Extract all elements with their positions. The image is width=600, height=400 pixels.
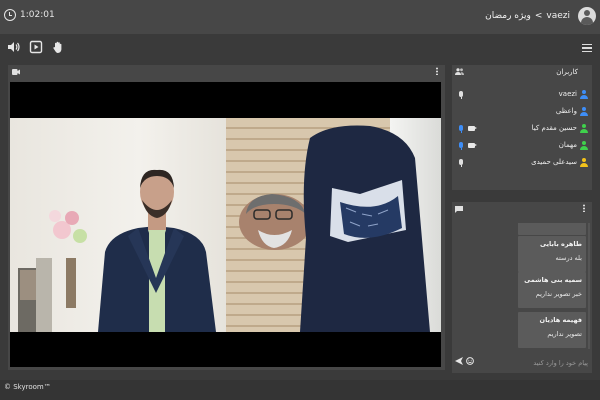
breadcrumb-separator: <: [534, 11, 543, 21]
chat-input[interactable]: [476, 356, 588, 369]
mic-status-icon: [459, 125, 463, 133]
session-timer: 1:02:01: [4, 9, 55, 21]
menu-icon[interactable]: [582, 44, 592, 52]
chat-icon: [455, 206, 463, 213]
camera-status-icon: [468, 143, 477, 148]
camera-status-icon: [468, 126, 477, 131]
brand-label: © Skyroom™: [4, 383, 51, 391]
chat-message: سمیه بنی هاشمی خبر تصویر نداریم: [518, 272, 586, 308]
camera-icon: [12, 69, 20, 75]
breadcrumb-room[interactable]: ویژه رمضان: [485, 11, 531, 21]
clock-icon: [4, 9, 16, 21]
toolbar: [0, 34, 600, 62]
chat-message-list: طاهره بابایی بله درسته سمیه بنی هاشمی خبر ت…: [518, 223, 586, 349]
video-panel-header: [8, 65, 445, 79]
top-bar: 1:02:01 ویژه رمضان < vaezi: [0, 0, 600, 34]
users-panel: کاربران vaezi واعظی حسین مقدم کیا مهمان سیدع…: [452, 65, 592, 190]
speaker-icon[interactable]: [6, 40, 20, 54]
user-icon: [580, 107, 588, 116]
users-panel-title: کاربران: [556, 68, 578, 76]
chat-scrollbar[interactable]: [588, 223, 590, 349]
user-icon: [580, 158, 588, 167]
avatar[interactable]: [578, 7, 596, 25]
user-name: حسین مقدم کیا: [531, 124, 577, 132]
video-options-icon[interactable]: [436, 67, 438, 75]
user-name: vaezi: [558, 90, 577, 98]
chat-message-text: بله درسته: [555, 254, 582, 262]
user-name: واعظی: [555, 107, 577, 115]
timer-value: 1:02:01: [20, 10, 55, 20]
raise-hand-icon[interactable]: [51, 40, 65, 54]
user-list-item[interactable]: سیدعلی حمیدی: [452, 155, 592, 172]
users-panel-header: کاربران: [452, 65, 592, 79]
chat-message-sender: سمیه بنی هاشمی: [524, 276, 582, 284]
chat-message-sender: طاهره بابایی: [540, 240, 582, 248]
chat-options-icon[interactable]: [583, 204, 585, 212]
breadcrumb: ویژه رمضان < vaezi: [485, 11, 570, 21]
mic-status-icon: [459, 159, 463, 167]
user-list-item[interactable]: vaezi: [452, 87, 592, 104]
video-stream[interactable]: [10, 82, 441, 367]
user-icon: [580, 124, 588, 133]
user-list-item[interactable]: مهمان: [452, 138, 592, 155]
chat-panel-header: [452, 202, 592, 216]
chat-message: فهیمه هادیان تصویر نداریم: [518, 312, 586, 348]
chat-message: طاهره بابایی بله درسته: [518, 236, 586, 272]
send-icon[interactable]: [455, 357, 463, 365]
emoji-icon[interactable]: [466, 357, 474, 365]
chat-message-text: تصویر نداریم: [547, 330, 582, 338]
mic-status-icon: [459, 142, 463, 150]
chat-message-sender: فهیمه هادیان: [539, 316, 582, 324]
chat-message-text: خبر تصویر نداریم: [535, 290, 582, 298]
user-name: سیدعلی حمیدی: [531, 158, 577, 166]
users-icon: [455, 68, 464, 75]
footer: © Skyroom™: [0, 380, 600, 400]
chat-panel: طاهره بابایی بله درسته سمیه بنی هاشمی خبر ت…: [452, 202, 592, 373]
user-name: مهمان: [558, 141, 577, 149]
user-icon: [580, 90, 588, 99]
chat-input-row: [452, 353, 592, 371]
chat-message: [518, 223, 586, 235]
mic-status-icon: [459, 91, 463, 99]
video-frame: [10, 118, 441, 332]
user-list-item[interactable]: حسین مقدم کیا: [452, 121, 592, 138]
breadcrumb-user[interactable]: vaezi: [546, 11, 570, 21]
presentation-icon[interactable]: [29, 40, 43, 54]
video-participants: [18, 125, 430, 332]
user-icon: [580, 141, 588, 150]
user-list-item[interactable]: واعظی: [452, 104, 592, 121]
